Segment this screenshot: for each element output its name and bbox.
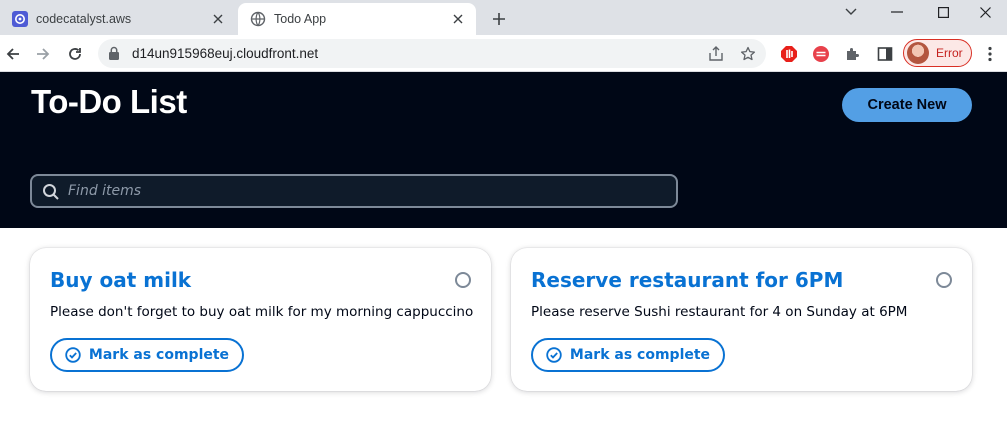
mark-complete-button[interactable]: Mark as complete — [50, 338, 244, 372]
app-header: To-Do List Create New — [0, 72, 1007, 228]
tab-search-chevron-icon[interactable] — [828, 0, 874, 24]
back-arrow-icon[interactable] — [0, 41, 26, 67]
reload-icon[interactable] — [62, 41, 88, 67]
new-tab-button[interactable] — [487, 7, 511, 31]
minimize-icon[interactable] — [874, 0, 920, 24]
browser-toolbar: d14un915968euj.cloudfront.net Error — [0, 35, 1007, 72]
forward-arrow-icon[interactable] — [30, 41, 56, 67]
search-icon — [42, 183, 60, 206]
close-tab-icon[interactable] — [448, 9, 468, 29]
lock-icon[interactable] — [108, 46, 120, 66]
todo-select-radio[interactable] — [936, 272, 952, 288]
adblock-extension-icon[interactable] — [779, 44, 799, 64]
bookmark-star-icon[interactable] — [739, 45, 757, 63]
close-window-icon[interactable] — [962, 0, 1007, 24]
tab-title: codecatalyst.aws — [36, 12, 132, 26]
side-panel-icon[interactable] — [875, 44, 895, 64]
kebab-menu-icon[interactable] — [980, 44, 1000, 64]
search-input[interactable] — [68, 176, 668, 206]
share-icon[interactable] — [707, 45, 725, 63]
browser-tab-todo-app[interactable]: Todo App — [238, 3, 476, 35]
todo-select-radio[interactable] — [455, 272, 471, 288]
close-tab-icon[interactable] — [208, 9, 228, 29]
mark-complete-label: Mark as complete — [569, 347, 711, 363]
profile-status-label: Error — [936, 46, 963, 60]
check-circle-icon — [546, 347, 562, 363]
todo-description: Please don't forget to buy oat milk for … — [50, 304, 474, 320]
browser-tab-codecatalyst[interactable]: codecatalyst.aws — [0, 3, 236, 35]
mark-complete-button[interactable]: Mark as complete — [531, 338, 725, 372]
search-box[interactable] — [30, 174, 678, 208]
mark-complete-label: Mark as complete — [88, 347, 230, 363]
tab-title: Todo App — [274, 12, 327, 26]
todo-card: Buy oat milk Please don't forget to buy … — [30, 248, 491, 391]
maximize-icon[interactable] — [920, 0, 966, 24]
extensions-puzzle-icon[interactable] — [843, 44, 863, 64]
browser-tab-strip: codecatalyst.aws Todo App — [0, 0, 1007, 35]
url-text[interactable]: d14un915968euj.cloudfront.net — [132, 46, 318, 61]
codecatalyst-icon — [12, 11, 28, 27]
create-new-button[interactable]: Create New — [842, 88, 972, 122]
check-circle-icon — [65, 347, 81, 363]
profile-error-chip[interactable]: Error — [903, 39, 972, 67]
globe-icon — [250, 11, 266, 27]
todo-title: Buy oat milk — [50, 268, 192, 292]
page-title: To-Do List — [31, 83, 187, 120]
avatar — [907, 42, 929, 64]
todo-description: Please reserve Sushi restaurant for 4 on… — [531, 304, 908, 320]
red-circle-extension-icon[interactable] — [811, 44, 831, 64]
address-bar[interactable]: d14un915968euj.cloudfront.net — [98, 39, 766, 68]
todo-title: Reserve restaurant for 6PM — [531, 268, 844, 292]
todo-card: Reserve restaurant for 6PM Please reserv… — [511, 248, 972, 391]
